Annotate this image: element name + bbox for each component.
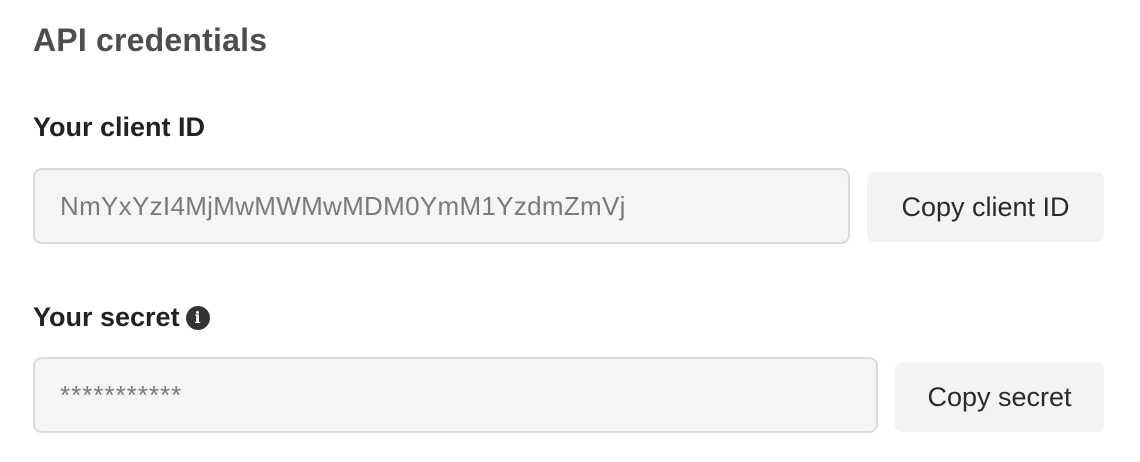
copy-secret-button[interactable]: Copy secret (895, 362, 1104, 432)
secret-field[interactable]: *********** (33, 357, 878, 433)
section-title: API credentials (33, 22, 268, 58)
client-id-label-text: Your client ID (33, 112, 206, 142)
client-id-label: Your client ID (33, 112, 205, 143)
client-id-value: NmYxYzI4MjMwMWMwMDM0YmM1YzdmZmVj (60, 190, 626, 221)
secret-label-text: Your secret (33, 302, 180, 332)
client-id-field[interactable]: NmYxYzI4MjMwMWMwMDM0YmM1YzdmZmVj (33, 168, 850, 244)
secret-value: *********** (60, 379, 183, 410)
copy-client-id-button[interactable]: Copy client ID (867, 172, 1104, 242)
info-icon[interactable]: i (185, 305, 210, 330)
secret-label: Your secret i (33, 302, 210, 333)
